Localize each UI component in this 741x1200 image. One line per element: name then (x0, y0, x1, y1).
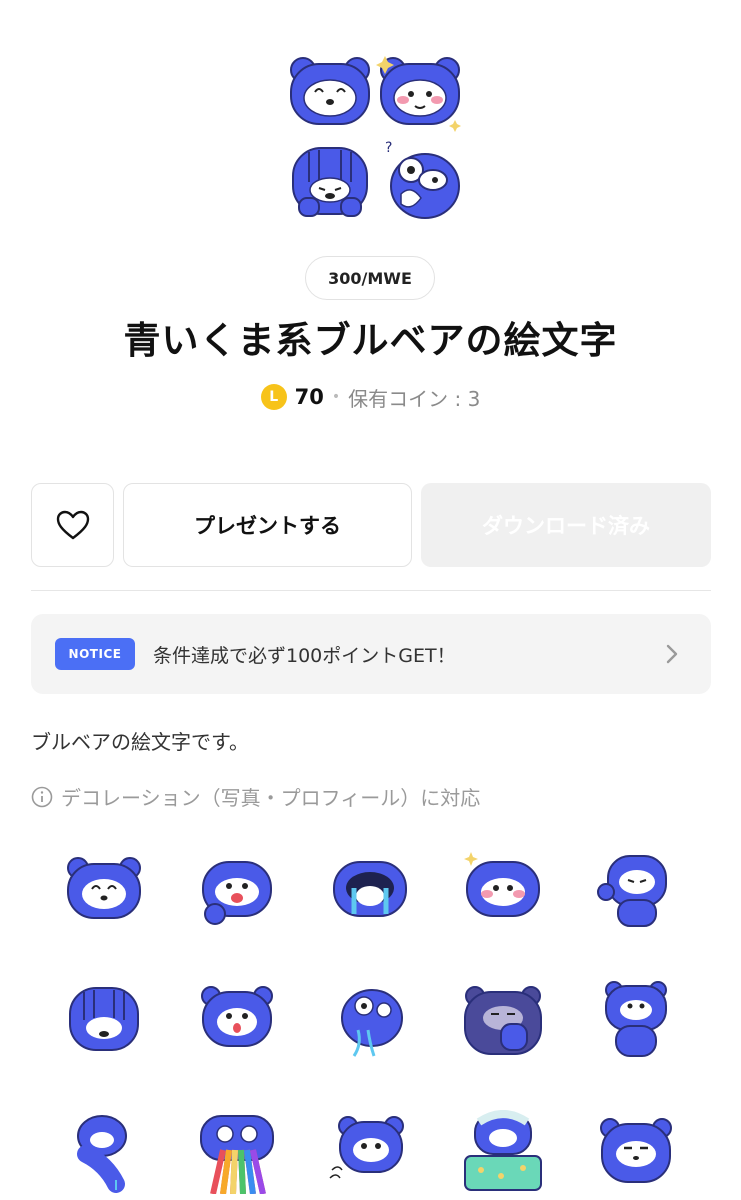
emoji-bear-drooling-icon[interactable] (328, 978, 412, 1062)
notice-tag: NOTICE (55, 638, 135, 670)
decoration-note-text: デコレーション（写真・プロフィール）に対応 (61, 786, 481, 810)
emoji-bear-wink-icon[interactable] (594, 848, 678, 932)
download-button[interactable]: ダウンロード済み (421, 483, 711, 567)
notice-text: 条件達成で必ず100ポイントGET！ (153, 644, 456, 667)
emoji-bear-hiding-icon[interactable] (62, 978, 146, 1062)
svg-text:?: ? (385, 140, 392, 156)
emoji-bear-sparkle-icon[interactable] (461, 848, 545, 932)
emoji-bear-standing-icon[interactable] (594, 978, 678, 1062)
emoji-bear-smile-icon[interactable] (62, 848, 146, 932)
present-button[interactable]: プレゼントする (123, 483, 412, 567)
decoration-support-note: デコレーション（写真・プロフィール）に対応 (31, 782, 480, 811)
hero-bear-sparkle-icon (375, 50, 465, 138)
product-description: ブルベアの絵文字です。 (31, 730, 249, 754)
price-row: L 70 • 保有コイン : 3 (0, 380, 741, 414)
divider (31, 590, 711, 591)
hero-bear-hiding-icon (285, 138, 375, 226)
emoji-grid (31, 838, 711, 1200)
hero-bear-smile-icon (285, 50, 375, 138)
product-title: 青いくま系ブルベアの絵文字 (123, 319, 618, 362)
emoji-bear-crying-icon[interactable] (328, 848, 412, 932)
chevron-right-icon (666, 644, 678, 664)
emoji-bear-dizzy-icon[interactable] (328, 1110, 412, 1194)
creator-badge[interactable]: 300/MWE (305, 256, 435, 300)
price-amount: 70 (294, 385, 324, 409)
favorite-button[interactable] (31, 483, 114, 567)
line-coin-icon: L (260, 384, 287, 410)
emoji-bear-tongue-icon[interactable] (195, 848, 279, 932)
emoji-bear-annoyed-icon[interactable] (594, 1110, 678, 1194)
heart-icon (56, 510, 89, 540)
emoji-bear-gloomy-icon[interactable] (461, 978, 545, 1062)
info-icon (31, 786, 53, 807)
emoji-bear-sleeping-icon[interactable] (461, 1110, 545, 1194)
price-separator: • (331, 389, 341, 405)
hero-bear-confused-icon: ? (375, 138, 465, 226)
emoji-bear-dancing-icon[interactable] (62, 1110, 146, 1194)
notice-banner[interactable]: NOTICE 条件達成で必ず100ポイントGET！ (31, 614, 711, 694)
hero-emoji-preview: ? (270, 40, 470, 220)
owned-coins: 保有コイン : 3 (348, 386, 481, 411)
emoji-bear-rainbow-icon[interactable] (195, 1110, 279, 1195)
emoji-bear-shocked-icon[interactable] (195, 978, 279, 1062)
